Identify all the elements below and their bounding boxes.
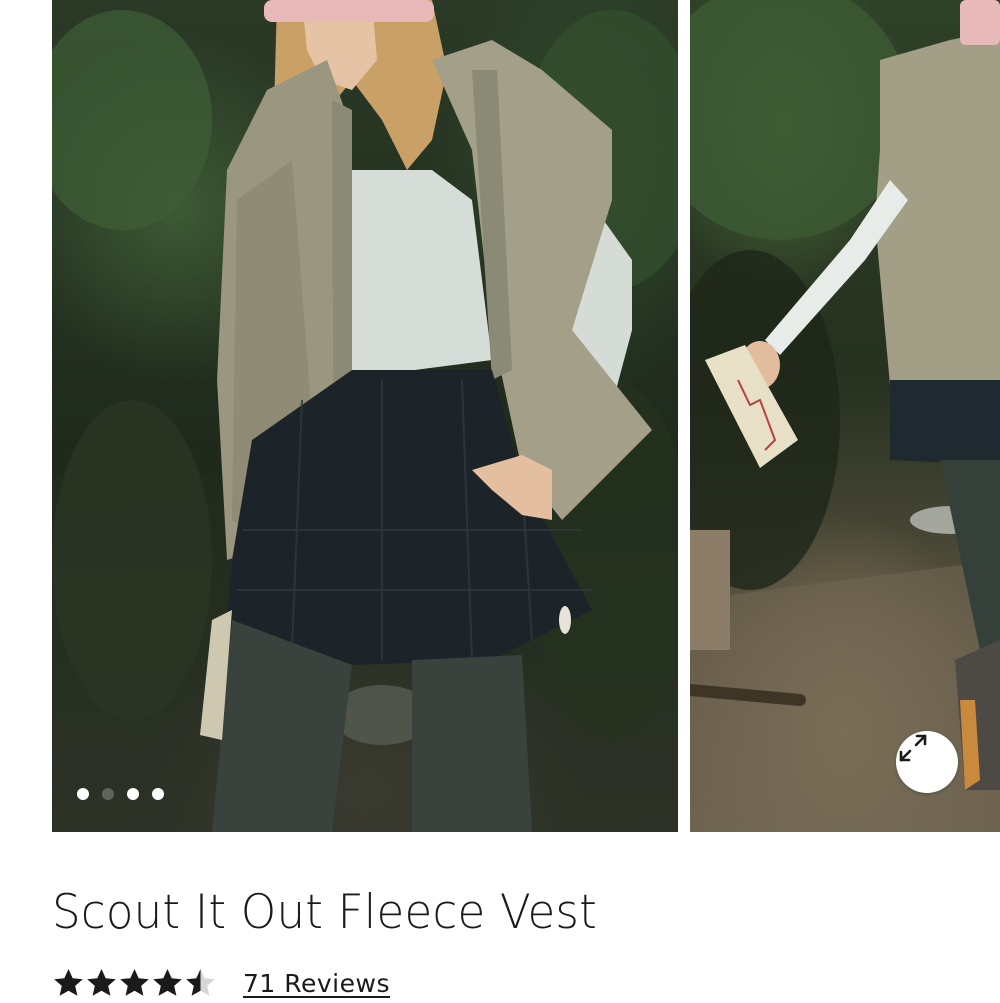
star-icon xyxy=(153,968,182,996)
star-icon xyxy=(54,968,83,996)
carousel-dot[interactable] xyxy=(77,788,89,800)
product-image-main[interactable] xyxy=(52,0,678,832)
carousel-dot[interactable] xyxy=(127,788,139,800)
rating-stars xyxy=(52,967,217,1000)
reviews-link[interactable]: 71 Reviews xyxy=(243,969,390,998)
product-title: Scout It Out Fleece Vest xyxy=(52,885,598,940)
product-photo-front xyxy=(52,0,678,832)
star-icon xyxy=(120,968,149,996)
star-icon xyxy=(186,968,215,996)
expand-arrows-icon xyxy=(899,734,927,762)
expand-image-button[interactable] xyxy=(896,731,958,793)
carousel-dot[interactable] xyxy=(102,788,114,800)
product-image-secondary[interactable] xyxy=(690,0,1000,832)
carousel-dot[interactable] xyxy=(152,788,164,800)
carousel-pagination[interactable] xyxy=(77,788,164,800)
star-icon xyxy=(87,968,116,996)
product-photo-side xyxy=(690,0,1000,832)
product-rating[interactable]: 71 Reviews xyxy=(52,963,390,1003)
product-image-carousel[interactable] xyxy=(0,0,1000,832)
